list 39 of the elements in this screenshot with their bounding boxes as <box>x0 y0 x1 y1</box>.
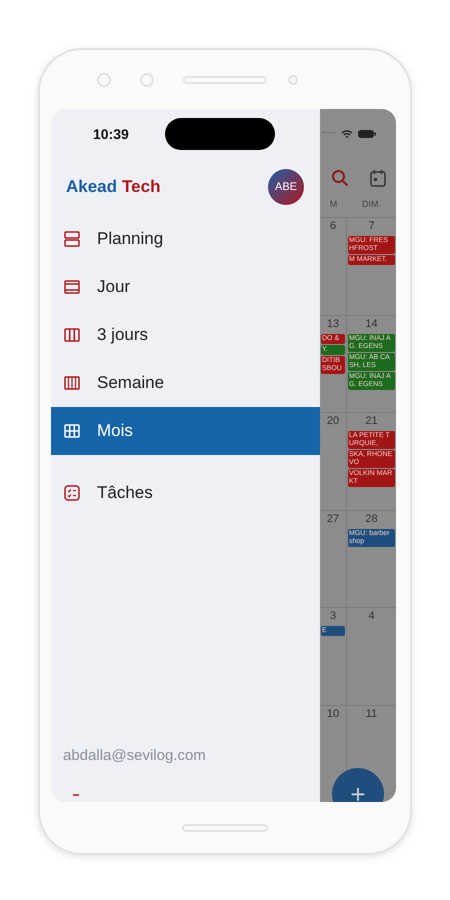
avatar[interactable]: ABE <box>268 169 304 205</box>
week-view-icon <box>63 374 81 392</box>
menu-item[interactable]: Tâches <box>51 469 320 517</box>
date-label: 10 <box>326 706 340 722</box>
weekday-label: DIM. <box>361 199 382 212</box>
brand-logo: Akead Tech <box>66 177 160 197</box>
date-label: 27 <box>326 512 340 527</box>
date-label: 7 <box>367 219 376 234</box>
date-label: 20 <box>326 414 340 430</box>
account-email: abdalla@sevilog.com <box>63 747 207 764</box>
menu-item[interactable]: 3 jours <box>51 311 320 359</box>
battery-icon <box>358 130 376 138</box>
signal-icon <box>322 132 336 136</box>
menu-item[interactable]: Jour <box>51 263 320 311</box>
menu-item[interactable]: Planning <box>51 215 320 263</box>
sensor-icon <box>288 74 298 84</box>
wifi-icon <box>341 128 353 139</box>
date-label: 28 <box>364 512 379 527</box>
date-label: 11 <box>364 706 378 722</box>
columns-icon <box>63 326 81 344</box>
date-label: 13 <box>326 316 340 332</box>
date-label: 21 <box>364 414 379 430</box>
date-label: 6 <box>328 219 338 234</box>
date-label: 4 <box>367 609 376 624</box>
camera-icon <box>140 72 154 86</box>
camera-icon <box>97 72 111 86</box>
date-label: 3 <box>328 609 338 624</box>
checklist-icon <box>63 484 81 502</box>
day-view-icon <box>63 278 81 296</box>
menu-item[interactable]: Semaine <box>51 359 320 407</box>
menu-item[interactable]: Mois <box>51 407 320 455</box>
status-time: 10:39 <box>93 126 129 142</box>
add-button[interactable]: + <box>332 768 384 802</box>
search-icon[interactable] <box>330 168 348 187</box>
date-label: 14 <box>364 316 379 332</box>
calendar-icon[interactable] <box>370 168 386 187</box>
grid-icon <box>63 422 81 440</box>
rows-icon <box>63 230 81 248</box>
weekday-label: M <box>328 199 338 212</box>
